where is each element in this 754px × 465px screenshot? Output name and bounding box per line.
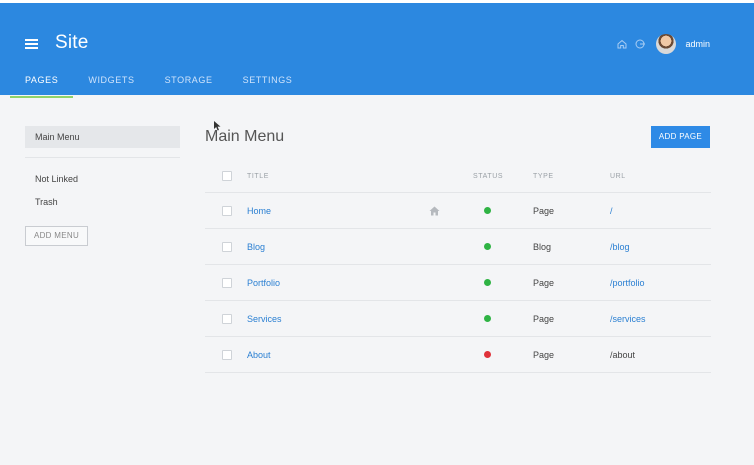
home-icon[interactable]	[616, 38, 628, 50]
sidebar: Main Menu Not Linked Trash	[25, 126, 180, 207]
row-checkbox[interactable]	[222, 241, 232, 252]
column-status: STATUS	[473, 172, 504, 180]
select-all-checkbox[interactable]	[222, 171, 232, 181]
page-title-link[interactable]: Services	[247, 301, 282, 336]
table-row: Portfolio Page /portfolio	[205, 265, 711, 301]
logout-icon[interactable]	[634, 38, 646, 50]
status-active-dot	[484, 243, 491, 250]
add-page-button[interactable]: ADD PAGE	[651, 126, 710, 148]
pages-table: TITLE STATUS TYPE URL Home Page / Blog B…	[205, 160, 711, 373]
tab-widgets[interactable]: WIDGETS	[73, 75, 149, 93]
tab-pages[interactable]: PAGES	[10, 75, 74, 98]
home-page-icon	[429, 206, 440, 215]
page-type: Page	[533, 313, 555, 324]
tab-storage[interactable]: STORAGE	[150, 75, 228, 93]
page-url-link[interactable]: /portfolio	[610, 265, 645, 300]
header-actions: admin	[616, 34, 710, 54]
hamburger-menu-icon[interactable]	[25, 39, 38, 49]
page-title-link[interactable]: Blog	[247, 229, 265, 264]
avatar[interactable]	[656, 34, 677, 54]
sidebar-item-main-menu[interactable]: Main Menu	[25, 126, 180, 148]
table-header: TITLE STATUS TYPE URL	[205, 160, 711, 193]
column-title: TITLE	[247, 172, 270, 180]
table-row: Blog Blog /blog	[205, 229, 711, 265]
row-checkbox[interactable]	[222, 277, 232, 288]
row-checkbox[interactable]	[222, 349, 232, 360]
page-title-link[interactable]: Portfolio	[247, 265, 280, 300]
table-row: About Page /about	[205, 337, 711, 373]
page-title-link[interactable]: Home	[247, 193, 271, 228]
page-type: Page	[533, 205, 555, 216]
status-active-dot	[484, 207, 491, 214]
page-type: Blog	[533, 241, 552, 252]
tab-settings[interactable]: SETTINGS	[228, 75, 308, 93]
user-name[interactable]: admin	[685, 39, 710, 49]
mouse-cursor-icon	[214, 121, 221, 131]
add-menu-button[interactable]: ADD MENU	[25, 226, 88, 246]
page-type: Page	[533, 277, 555, 288]
table-row: Services Page /services	[205, 301, 711, 337]
sidebar-divider	[25, 157, 180, 158]
sidebar-item-not-linked[interactable]: Not Linked	[25, 174, 180, 184]
page-url-text: /about	[610, 349, 636, 360]
page-title-link[interactable]: About	[247, 337, 271, 372]
status-active-dot	[484, 279, 491, 286]
page-url-link[interactable]: /	[610, 193, 613, 228]
site-title: Site	[55, 32, 89, 53]
status-inactive-dot	[484, 351, 491, 358]
row-checkbox[interactable]	[222, 313, 232, 324]
status-active-dot	[484, 315, 491, 322]
column-type: TYPE	[533, 172, 554, 180]
page-url-link[interactable]: /services	[610, 301, 646, 336]
column-url: URL	[610, 172, 626, 180]
sidebar-item-trash[interactable]: Trash	[25, 197, 180, 207]
row-checkbox[interactable]	[222, 205, 232, 216]
page-url-link[interactable]: /blog	[610, 229, 630, 264]
page-type: Page	[533, 349, 555, 360]
main-tabs: PAGES WIDGETS STORAGE SETTINGS	[10, 75, 308, 98]
table-row: Home Page /	[205, 193, 711, 229]
top-header: Site admin PAGES WIDGETS STORAGE SETTING…	[0, 0, 754, 98]
